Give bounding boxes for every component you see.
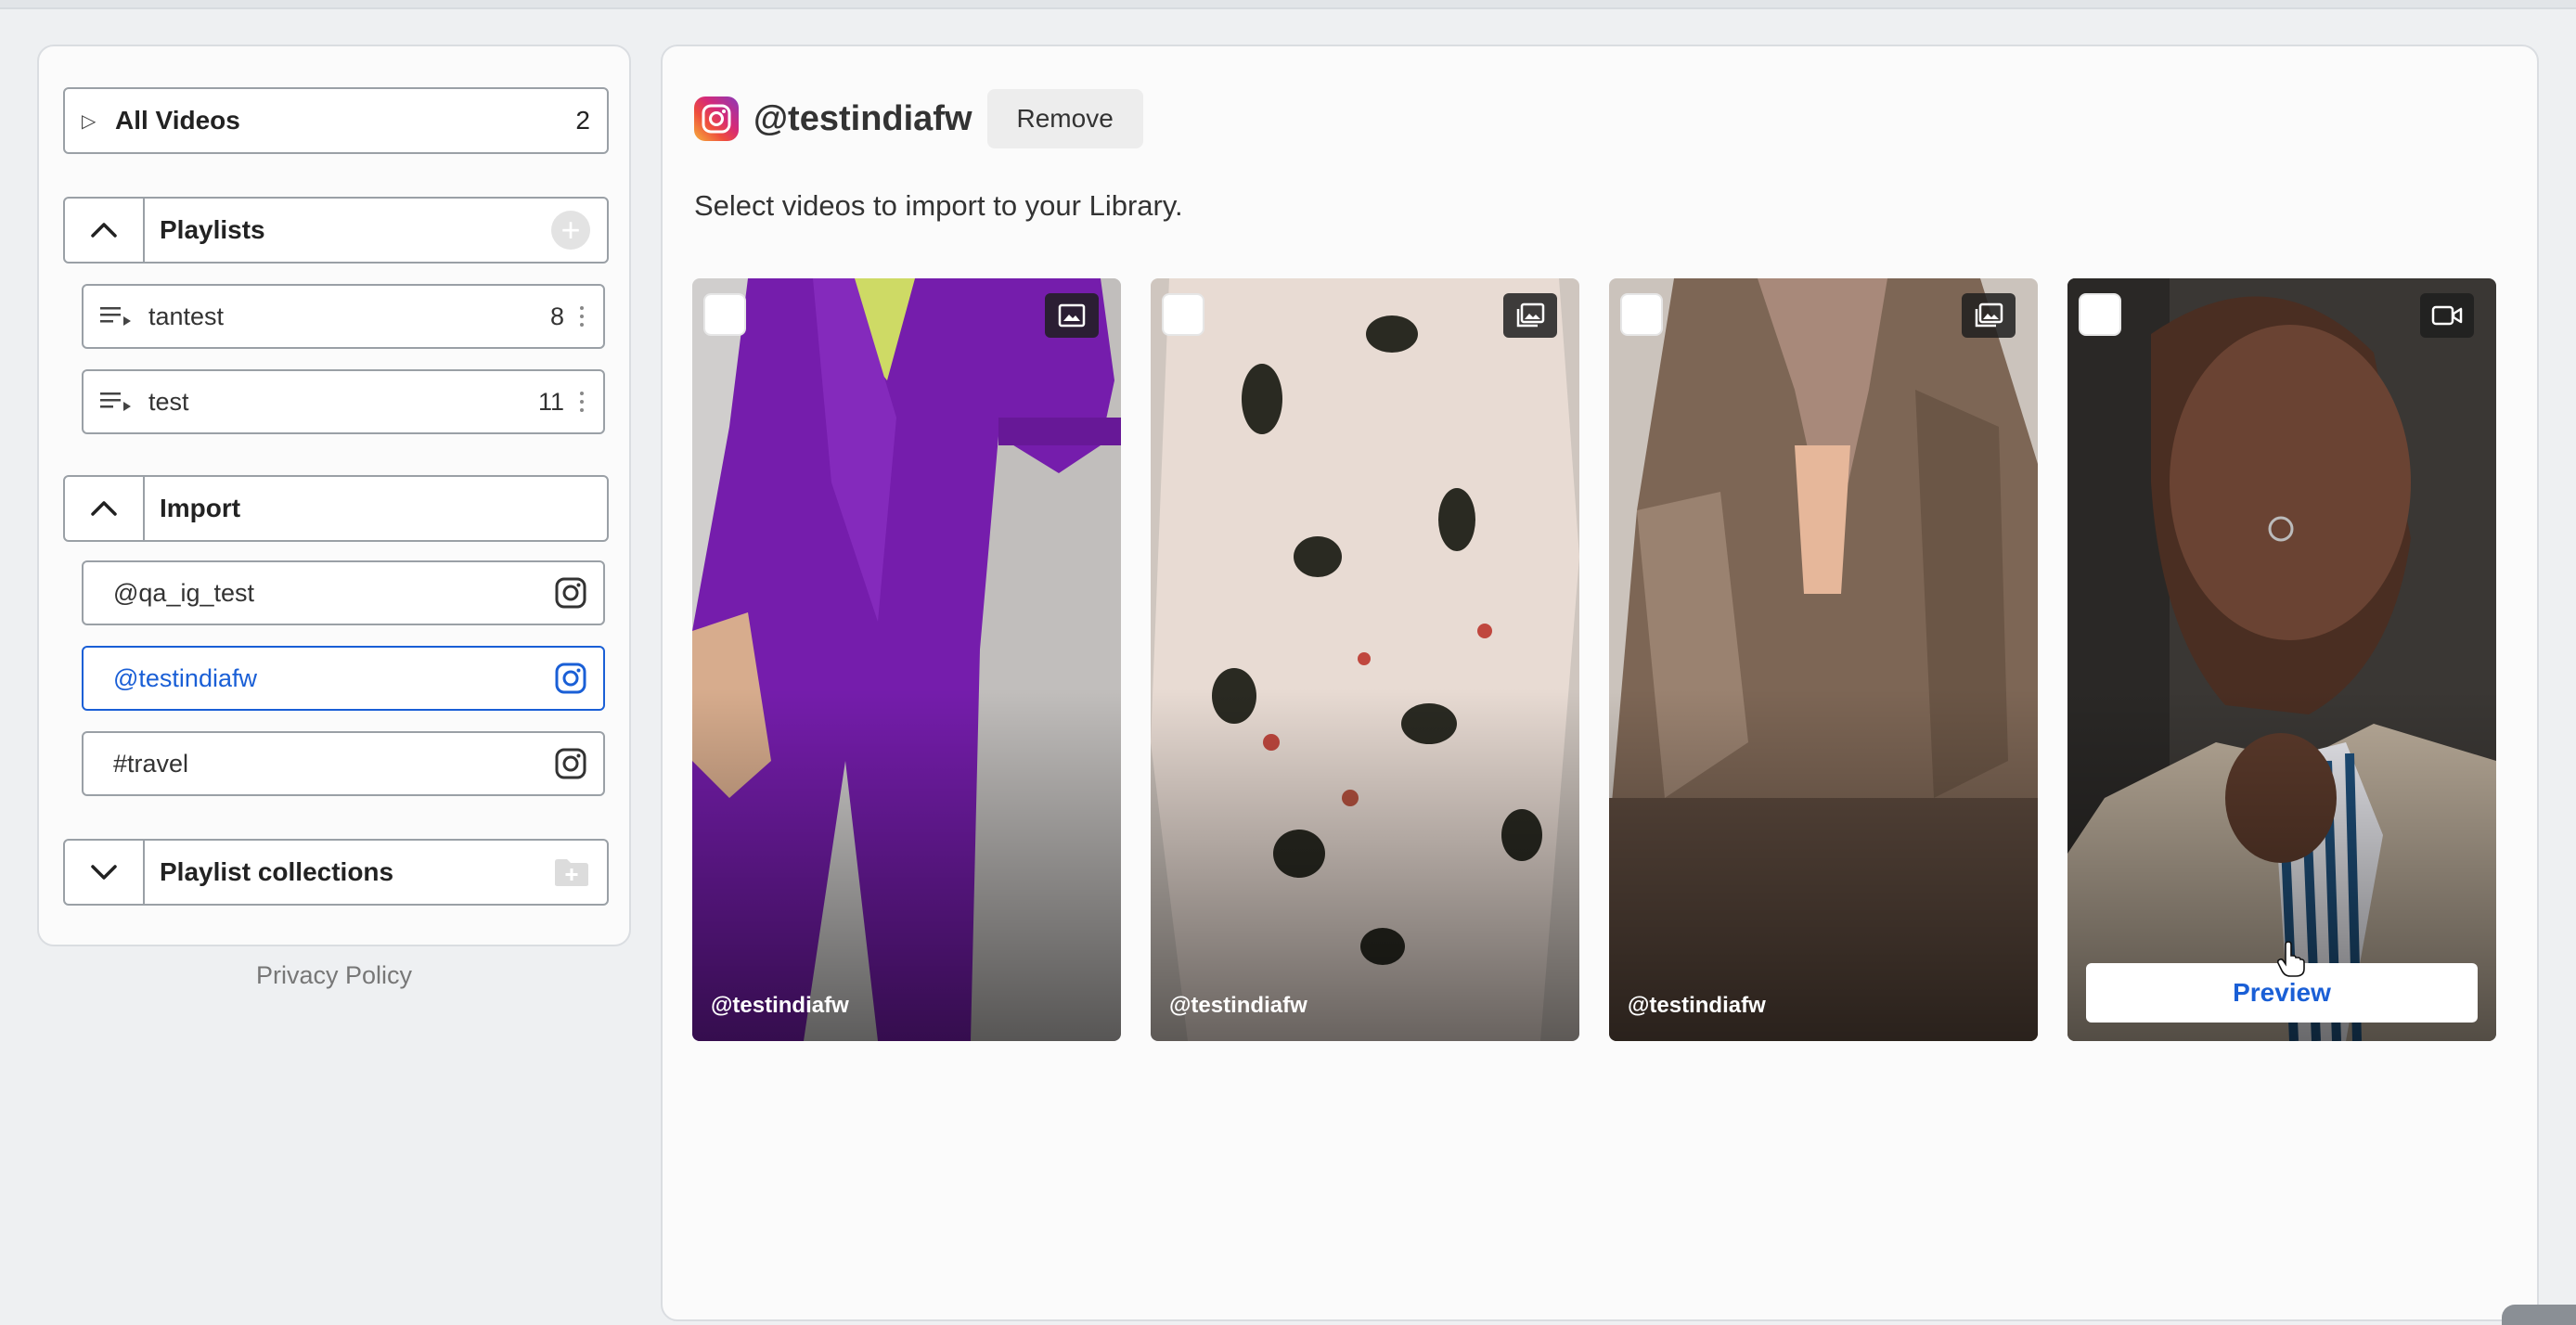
gallery-icon: [1503, 293, 1557, 338]
remove-button[interactable]: Remove: [986, 89, 1143, 148]
instructions-text: Select videos to import to your Library.: [694, 189, 1183, 222]
thumbnail-gradient: [1609, 688, 2038, 1041]
add-playlist-icon[interactable]: +: [551, 211, 590, 250]
video-card[interactable]: @testindiafw: [1609, 278, 2038, 1041]
playlist-item-tantest[interactable]: tantest 8: [82, 284, 605, 349]
import-item-testindiafw[interactable]: @testindiafw: [82, 646, 605, 711]
playlist-item-count: 8: [549, 302, 564, 330]
playlist-item-count: 11: [537, 387, 564, 416]
import-item-label: #travel: [113, 749, 189, 778]
expand-chevron-down-icon[interactable]: [65, 841, 145, 904]
import-section-header[interactable]: Import: [63, 475, 609, 542]
collapse-chevron-up-icon[interactable]: [65, 477, 145, 540]
select-checkbox[interactable]: [703, 293, 746, 336]
playlist-item-label: tantest: [148, 302, 225, 330]
select-checkbox[interactable]: [1620, 293, 1663, 336]
expand-triangle-icon: ▷: [82, 110, 97, 132]
sidebar: ▷ All Videos 2 Playlists + tantest 8 tes…: [37, 45, 631, 946]
all-videos-label: All Videos: [115, 106, 240, 135]
all-videos-count: 2: [575, 106, 590, 135]
collapse-chevron-up-icon[interactable]: [65, 199, 145, 262]
gallery-icon: [1962, 293, 2016, 338]
main-panel: @testindiafw Remove Select videos to imp…: [661, 45, 2539, 1321]
import-label: Import: [160, 494, 241, 522]
instagram-icon: [555, 577, 586, 609]
import-item-label: @qa_ig_test: [113, 578, 255, 607]
account-header: @testindiafw Remove: [694, 89, 1143, 148]
more-options-icon[interactable]: [577, 306, 586, 327]
instagram-logo-icon: [694, 96, 739, 141]
select-checkbox[interactable]: [2079, 293, 2121, 336]
thumbnail-gradient: [1151, 688, 1579, 1041]
import-item-travel[interactable]: #travel: [82, 731, 605, 796]
more-options-icon[interactable]: [577, 392, 586, 412]
privacy-policy-link[interactable]: Privacy Policy: [37, 961, 631, 990]
playlists-label: Playlists: [160, 215, 265, 244]
corner-handle: [2502, 1305, 2576, 1325]
add-folder-icon[interactable]: [553, 856, 590, 888]
playlists-section-header[interactable]: Playlists +: [63, 197, 609, 264]
playlist-icon: [100, 307, 131, 326]
video-card[interactable]: @testindiafw: [692, 278, 1121, 1041]
playlist-item-label: test: [148, 387, 189, 416]
playlist-item-test[interactable]: test 11: [82, 369, 605, 434]
thumbnail-gradient: [692, 688, 1121, 1041]
video-handle: @testindiafw: [1628, 993, 1766, 1018]
video-card[interactable]: Preview: [2067, 278, 2496, 1041]
playlist-icon: [100, 392, 131, 411]
all-videos-row[interactable]: ▷ All Videos 2: [63, 87, 609, 154]
video-card[interactable]: @testindiafw: [1151, 278, 1579, 1041]
import-item-qa-ig-test[interactable]: @qa_ig_test: [82, 560, 605, 625]
video-handle: @testindiafw: [711, 993, 849, 1018]
import-item-label: @testindiafw: [113, 663, 257, 692]
image-icon: [1045, 293, 1099, 338]
top-edge: [0, 0, 2576, 9]
playlist-collections-label: Playlist collections: [160, 857, 394, 886]
instagram-icon: [555, 748, 586, 779]
account-name: @testindiafw: [753, 98, 972, 138]
playlist-collections-section-header[interactable]: Playlist collections: [63, 839, 609, 906]
video-handle: @testindiafw: [1169, 993, 1307, 1018]
select-checkbox[interactable]: [1162, 293, 1204, 336]
instagram-icon: [555, 662, 586, 694]
video-icon: [2420, 293, 2474, 338]
hand-cursor-icon: [2277, 941, 2305, 977]
